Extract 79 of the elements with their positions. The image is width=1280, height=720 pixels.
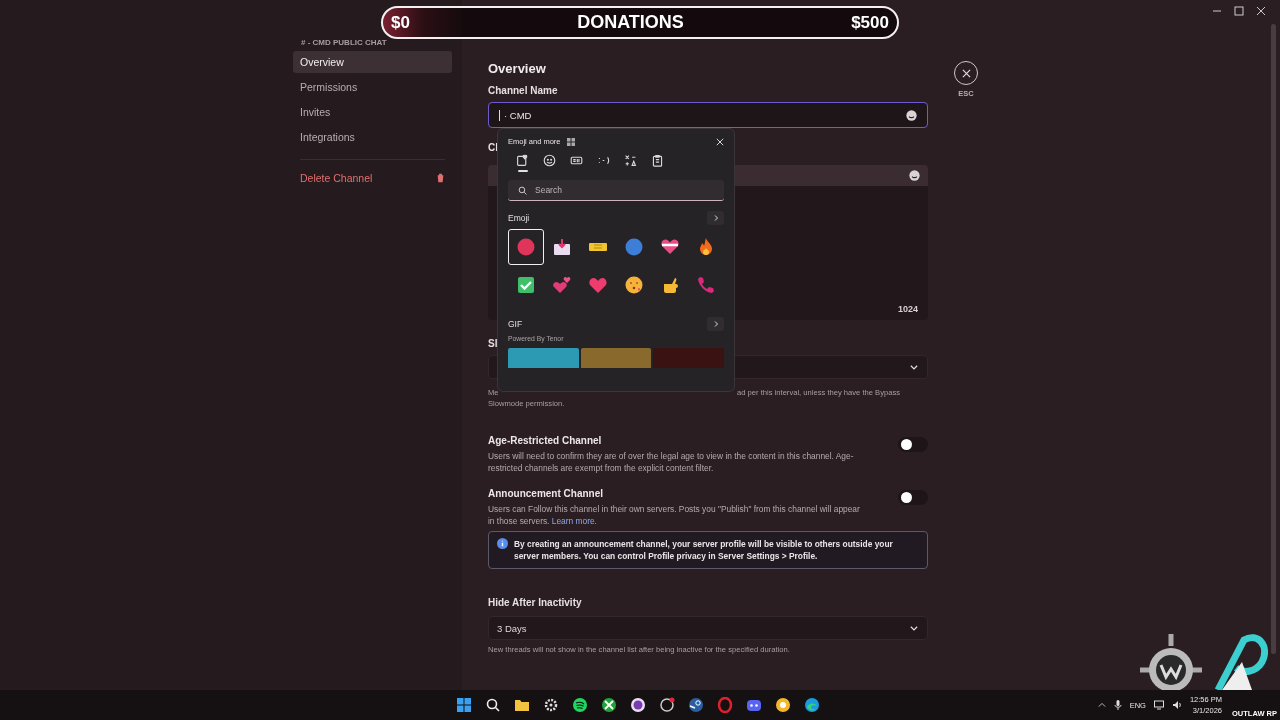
two-hearts-icon	[552, 275, 572, 295]
x-ball-icon	[601, 697, 617, 713]
field-value: · CMD	[504, 109, 532, 121]
search-icon	[518, 185, 527, 195]
emoji-search-field[interactable]: Search	[508, 180, 724, 201]
field-label: Sl	[488, 338, 498, 349]
field-label: Channel Name	[488, 85, 558, 96]
wave-app-icon	[804, 697, 820, 713]
expand-button[interactable]	[707, 317, 724, 331]
donation-title: DONATIONS	[577, 12, 684, 33]
ring-app-icon	[659, 697, 675, 713]
page-title: Overview	[488, 61, 547, 76]
round-app-icon	[775, 697, 791, 713]
chevron-down-icon	[909, 623, 919, 633]
setting-description: Users can Follow this channel in their own servers. Posts you "Publish" from this channel will appear in those servers. Learn more.	[488, 503, 861, 527]
setting-description: Users will need to confirm they are of over the legal age to view in the content in this channel. Age-restricted channels are exempt from the explicit content filter.	[488, 450, 855, 474]
toggle-switch[interactable]	[898, 490, 928, 505]
speaker-icon[interactable]	[1171, 700, 1182, 710]
gif-icon	[570, 154, 583, 167]
clipboard-icon	[651, 154, 664, 167]
inbox-tray-icon	[552, 237, 572, 257]
search-input[interactable]: Search	[535, 185, 695, 195]
sidebar-item[interactable]: Integrations	[293, 126, 452, 148]
expand-button[interactable]	[707, 211, 724, 225]
trash-icon	[436, 173, 445, 183]
kaomoji-icon	[597, 154, 610, 167]
channel-header: # - CMD PUBLIC CHAT	[300, 38, 388, 47]
sidebar-item[interactable]: Overview	[293, 51, 452, 73]
gif-thumbnail	[652, 348, 724, 368]
info-icon	[497, 538, 508, 549]
section-label: GIF	[508, 319, 523, 329]
toggle-switch[interactable]	[898, 437, 928, 452]
microphone-icon[interactable]	[1113, 700, 1122, 710]
game-controller-icon	[746, 697, 762, 713]
donation-max: $500	[851, 12, 889, 33]
ball-icon	[516, 237, 536, 257]
sound-waves-app-icon	[572, 697, 588, 713]
heart-icon	[588, 275, 608, 295]
smiley-icon[interactable]	[906, 109, 917, 121]
sphere-icon	[624, 237, 644, 257]
character-counter: 1024	[897, 304, 918, 314]
round-app-icon	[630, 697, 646, 713]
smiley-icon[interactable]	[909, 170, 920, 181]
close-icon[interactable]	[1256, 6, 1266, 16]
check-mark-icon	[516, 275, 536, 295]
kissing-face-icon	[624, 275, 644, 295]
section-label: Emoji	[508, 213, 530, 223]
phone-icon	[696, 275, 716, 295]
gif-thumbnail	[508, 348, 580, 368]
donation-min: $0	[391, 12, 410, 33]
gif-thumbnail	[581, 348, 651, 368]
sidebar-item[interactable]: Invites	[293, 101, 452, 123]
chevron-down-icon	[909, 362, 919, 372]
inactivity-dropdown[interactable]: 3 Days	[488, 616, 928, 640]
close-icon	[961, 68, 971, 78]
windows-logo-icon	[456, 697, 472, 713]
delete-channel-link[interactable]: Delete Channel	[293, 168, 452, 188]
gear-icon	[543, 697, 559, 713]
text-cursor	[499, 109, 500, 121]
windows-key-icon	[566, 137, 575, 146]
emoji-option[interactable]	[508, 229, 544, 265]
setting-title: Age-Restricted Channel	[488, 435, 603, 446]
chevron-up-icon[interactable]	[1097, 701, 1106, 709]
field-label: Cl	[488, 142, 498, 153]
symbols-icon	[624, 154, 637, 167]
striped-heart-icon	[660, 237, 680, 257]
search-icon	[485, 697, 501, 713]
maximize-icon[interactable]	[1234, 6, 1244, 16]
learn-more-link[interactable]: Learn more.	[551, 516, 597, 526]
channel-name-field[interactable]: · CMD	[488, 102, 928, 128]
notice-text: By creating an announcement channel, your server profile will be visible to others outside your server members. You can control Profile privacy in Server Settings > Profile.	[514, 538, 894, 562]
close-icon[interactable]	[716, 137, 724, 146]
ring-letter-o-icon	[717, 697, 733, 713]
setting-title: Announcement Channel	[488, 488, 604, 499]
field-label: Hide After Inactivity	[488, 597, 582, 608]
folder-icon	[514, 697, 530, 713]
sidebar-item[interactable]: Permissions	[293, 76, 452, 98]
monitor-icon[interactable]	[1153, 700, 1164, 710]
smiley-icon	[543, 154, 556, 167]
